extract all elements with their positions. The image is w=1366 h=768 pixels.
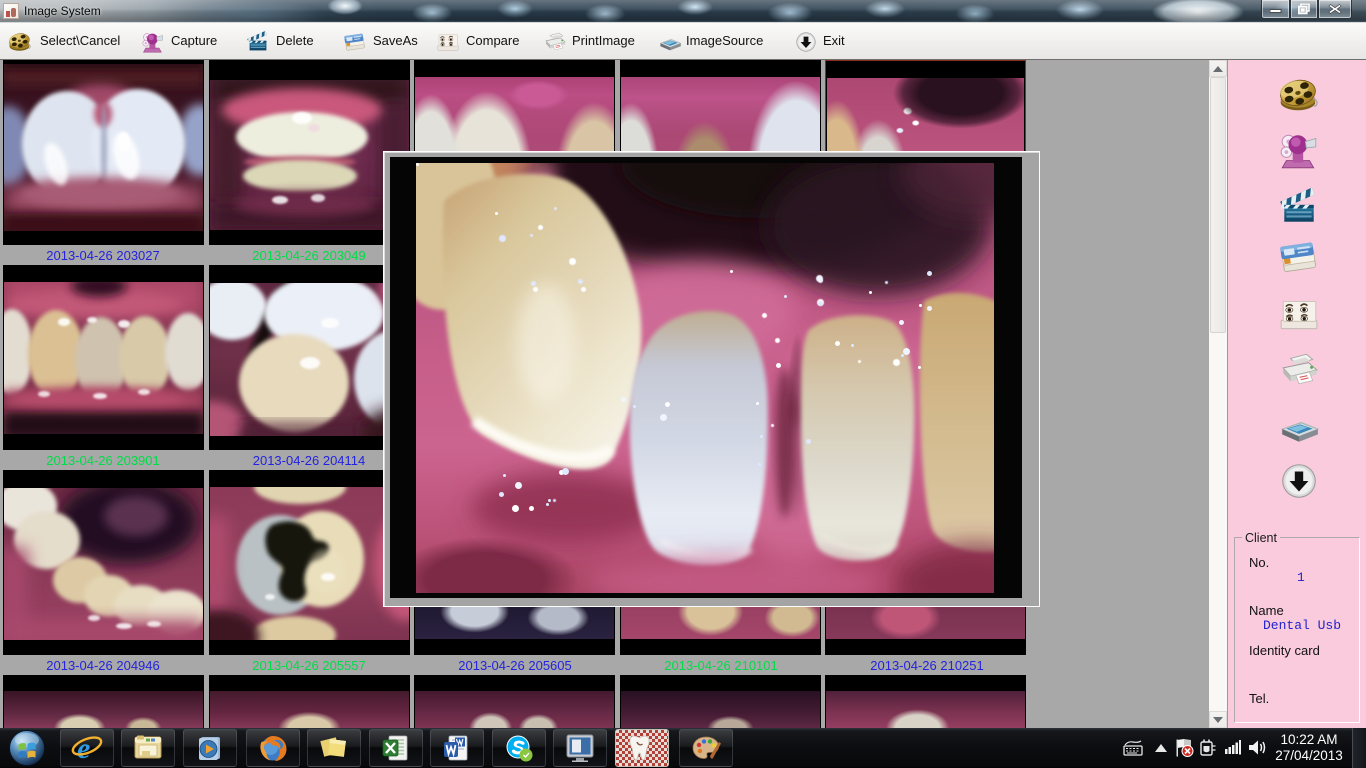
svg-text:e: e (77, 732, 90, 765)
